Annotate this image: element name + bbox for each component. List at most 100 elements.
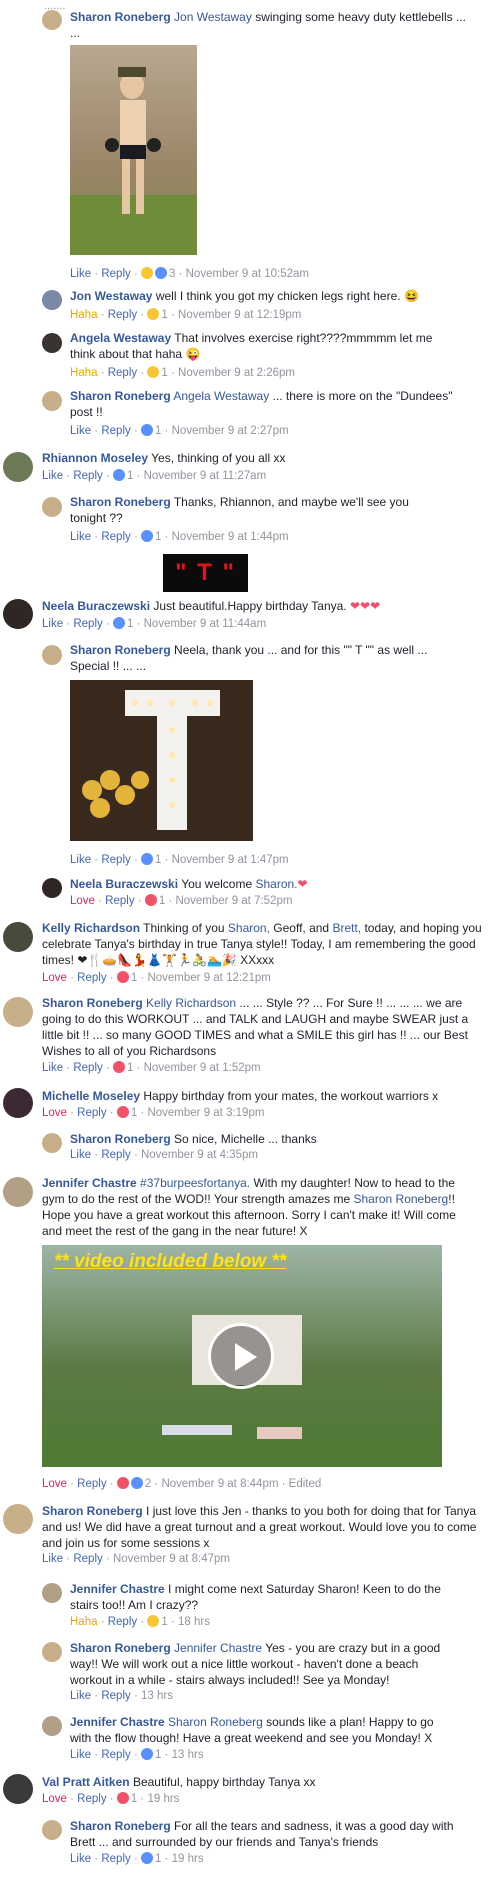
avatar[interactable] — [42, 878, 62, 898]
timestamp[interactable]: November 9 at 1:47pm — [172, 854, 289, 866]
comment-tag[interactable]: Sharon, — [228, 921, 270, 935]
timestamp[interactable]: 19 hrs — [147, 1793, 179, 1805]
reaction-count[interactable]: 1 — [155, 1853, 161, 1865]
avatar[interactable] — [42, 1820, 62, 1840]
avatar[interactable] — [42, 645, 62, 665]
comment-author[interactable]: Sharon Roneberg — [42, 996, 143, 1010]
kettlebell-photo[interactable] — [70, 45, 197, 255]
reaction-count[interactable]: 1 — [161, 367, 167, 379]
reply-button[interactable]: Reply — [77, 1478, 106, 1490]
reply-button[interactable]: Reply — [108, 367, 137, 379]
comment-tag[interactable]: Jon Westaway — [174, 10, 252, 24]
avatar[interactable] — [42, 391, 62, 411]
like-button[interactable]: Like — [70, 425, 91, 437]
avatar[interactable] — [3, 1774, 33, 1804]
comment-author[interactable]: Neela Buraczewski — [42, 599, 150, 613]
like-button[interactable]: Like — [70, 268, 91, 280]
timestamp[interactable]: November 9 at 2:27pm — [172, 425, 289, 437]
avatar[interactable] — [42, 1716, 62, 1736]
play-button-icon[interactable] — [208, 1323, 274, 1389]
comment-tag[interactable]: Sharon Roneberg — [168, 1715, 263, 1729]
like-button[interactable]: Like — [70, 854, 91, 866]
reaction-count[interactable]: 1 — [127, 618, 133, 630]
comment-author[interactable]: Sharon Roneberg — [70, 1819, 171, 1833]
comment-author[interactable]: Sharon Roneberg — [70, 495, 171, 509]
reaction-count[interactable]: 1 — [131, 1793, 137, 1805]
timestamp[interactable]: November 9 at 4:35pm — [141, 1149, 258, 1161]
timestamp[interactable]: November 9 at 11:27am — [144, 470, 267, 482]
reaction-count[interactable]: 1 — [131, 972, 137, 984]
haha-button[interactable]: Haha — [70, 367, 98, 379]
hashtag-link[interactable]: #37burpeesfortanya. — [140, 1176, 250, 1190]
reply-button[interactable]: Reply — [77, 1793, 106, 1805]
avatar[interactable] — [3, 1177, 33, 1207]
comment-author[interactable]: Rhiannon Moseley — [42, 451, 148, 465]
timestamp[interactable]: 13 hrs — [172, 1749, 204, 1761]
reply-button[interactable]: Reply — [101, 1690, 130, 1702]
comment-author[interactable]: Jon Westaway — [70, 289, 152, 303]
comment-tag[interactable]: Angela Westaway — [173, 389, 269, 403]
reply-button[interactable]: Reply — [101, 1149, 130, 1161]
reply-button[interactable]: Reply — [73, 618, 102, 630]
timestamp[interactable]: November 9 at 7:52pm — [175, 895, 292, 907]
comment-tag[interactable]: Sharon. — [255, 877, 297, 891]
love-button[interactable]: Love — [42, 1793, 67, 1805]
reply-button[interactable]: Reply — [101, 1853, 130, 1865]
like-button[interactable]: Like — [70, 1853, 91, 1865]
reaction-count[interactable]: 1 — [131, 1107, 137, 1119]
avatar[interactable] — [3, 997, 33, 1027]
comment-author[interactable]: Sharon Roneberg — [70, 10, 171, 24]
comment-author[interactable]: Neela Buraczewski — [70, 877, 178, 891]
reaction-count[interactable]: 1 — [155, 425, 161, 437]
like-button[interactable]: Like — [70, 1149, 91, 1161]
reply-button[interactable]: Reply — [108, 309, 137, 321]
reply-button[interactable]: Reply — [101, 531, 130, 543]
reply-button[interactable]: Reply — [73, 470, 102, 482]
like-button[interactable]: Like — [42, 1553, 63, 1565]
haha-button[interactable]: Haha — [70, 309, 98, 321]
avatar[interactable] — [3, 599, 33, 629]
haha-button[interactable]: Haha — [70, 1616, 98, 1628]
comment-tag[interactable]: Kelly Richardson — [146, 996, 236, 1010]
timestamp[interactable]: November 9 at 1:52pm — [144, 1062, 261, 1074]
timestamp[interactable]: 18 hrs — [178, 1616, 210, 1628]
comment-tag[interactable]: Sharon Roneberg — [354, 1192, 449, 1206]
love-button[interactable]: Love — [70, 895, 95, 907]
reply-button[interactable]: Reply — [77, 972, 106, 984]
love-button[interactable]: Love — [42, 1478, 67, 1490]
like-button[interactable]: Like — [42, 1062, 63, 1074]
reaction-count[interactable]: 1 — [161, 1616, 167, 1628]
timestamp[interactable]: November 9 at 2:26pm — [178, 367, 295, 379]
timestamp[interactable]: November 9 at 10:52am — [186, 268, 309, 280]
comment-author[interactable]: Sharon Roneberg — [70, 389, 171, 403]
reply-button[interactable]: Reply — [73, 1062, 102, 1074]
comment-author[interactable]: Jennifer Chastre — [70, 1715, 165, 1729]
comment-author[interactable]: Jennifer Chastre — [42, 1176, 137, 1190]
reaction-count[interactable]: 1 — [127, 470, 133, 482]
reply-button[interactable]: Reply — [101, 854, 130, 866]
avatar[interactable] — [42, 1133, 62, 1153]
reply-button[interactable]: Reply — [105, 895, 134, 907]
avatar[interactable] — [3, 922, 33, 952]
timestamp[interactable]: November 9 at 12:21pm — [147, 972, 270, 984]
avatar[interactable] — [42, 10, 62, 30]
comment-author[interactable]: Sharon Roneberg — [70, 643, 171, 657]
like-button[interactable]: Like — [70, 531, 91, 543]
avatar[interactable] — [42, 333, 62, 353]
avatar[interactable] — [42, 1583, 62, 1603]
quote-t-image[interactable]: " T " — [163, 554, 248, 592]
comment-author[interactable]: Val Pratt Aitken — [42, 1775, 130, 1789]
comment-tag[interactable]: Jennifer Chastre — [174, 1641, 262, 1655]
edited-label[interactable]: Edited — [289, 1478, 322, 1490]
reply-button[interactable]: Reply — [108, 1616, 137, 1628]
reaction-count[interactable]: 1 — [127, 1062, 133, 1074]
timestamp[interactable]: 13 hrs — [141, 1690, 173, 1702]
comment-author[interactable]: Angela Westaway — [70, 331, 171, 345]
love-button[interactable]: Love — [42, 1107, 67, 1119]
reaction-count[interactable]: 1 — [155, 854, 161, 866]
reply-button[interactable]: Reply — [77, 1107, 106, 1119]
avatar[interactable] — [42, 290, 62, 310]
like-button[interactable]: Like — [42, 470, 63, 482]
timestamp[interactable]: November 9 at 8:47pm — [113, 1553, 230, 1565]
reply-button[interactable]: Reply — [101, 268, 130, 280]
